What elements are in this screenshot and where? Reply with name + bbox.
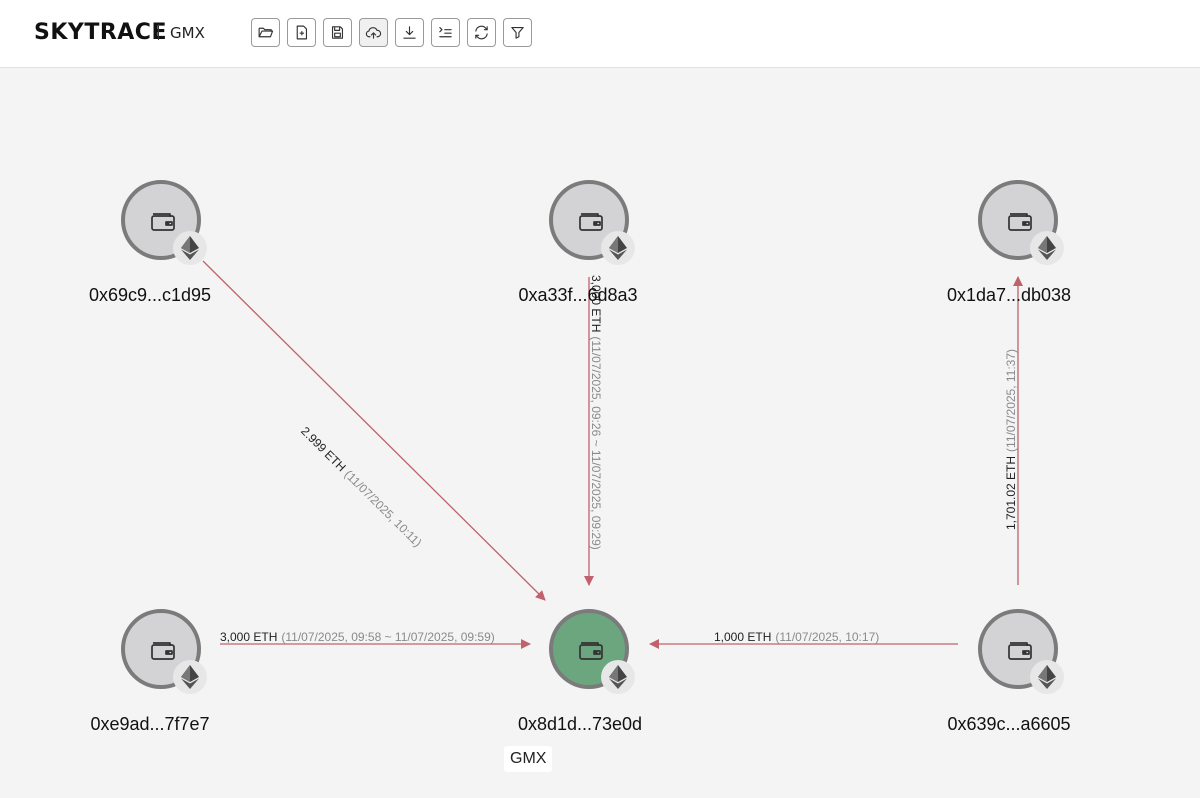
edge-time: (11/07/2025, 09:26 ~ 11/07/2025, 09:29) (589, 336, 603, 550)
refresh-button[interactable] (467, 18, 496, 47)
chain-badge (1030, 660, 1064, 694)
download-button[interactable] (395, 18, 424, 47)
node-address-n4[interactable]: 0xe9ad...7f7e7 (50, 714, 250, 735)
chain-badge (1030, 231, 1064, 265)
refresh-icon (475, 25, 488, 40)
wallet-icon (1008, 642, 1032, 660)
ethereum-icon (1038, 236, 1056, 260)
edge-label-e2[interactable]: 3,000 ETH(11/07/2025, 09:26 ~ 11/07/2025… (589, 275, 603, 550)
edge-time: (11/07/2025, 09:58 ~ 11/07/2025, 09:59) (281, 630, 495, 644)
download-icon (403, 26, 416, 39)
ethereum-icon (181, 236, 199, 260)
node-address-n3[interactable]: 0x1da7...db038 (909, 285, 1109, 306)
edge-label-e3[interactable]: 1,701.02 ETH (11/07/2025, 11:37) (1004, 349, 1018, 530)
wallet-icon (579, 213, 603, 231)
ethereum-icon (1038, 665, 1056, 689)
wallet-node-n4[interactable] (121, 609, 207, 694)
wallet-icon (1008, 213, 1032, 231)
edge-time: (11/07/2025, 10:17) (775, 630, 880, 644)
edge-e1[interactable] (202, 260, 546, 601)
list-indent-icon (439, 26, 452, 38)
open-folder-icon (258, 27, 274, 38)
ethereum-icon (609, 236, 627, 260)
filter-icon (511, 26, 524, 39)
wallet-node-n5-center[interactable] (549, 609, 635, 694)
wallet-node-n1[interactable] (121, 180, 207, 265)
ethereum-icon (181, 665, 199, 689)
node-address-n2[interactable]: 0xa33f...6d8a3 (478, 285, 678, 306)
wallet-icon (579, 642, 603, 660)
new-file-button[interactable] (287, 18, 316, 47)
wallet-icon (151, 213, 175, 231)
chain-badge (173, 660, 207, 694)
wallet-node-n2[interactable] (549, 180, 635, 265)
new-file-icon (296, 25, 308, 40)
brand-logo[interactable]: SKYTRACE (34, 20, 167, 45)
node-address-n1[interactable]: 0x69c9...c1d95 (50, 285, 250, 306)
chain-badge (601, 660, 635, 694)
edge-amount: 1,701.02 ETH (1004, 455, 1018, 530)
project-name: GMX (170, 24, 205, 42)
layout-button[interactable] (431, 18, 460, 47)
edge-time: (11/07/2025, 11:37) (1004, 348, 1018, 452)
wallet-node-n3[interactable] (978, 180, 1064, 265)
node-address-n6[interactable]: 0x639c...a6605 (909, 714, 1109, 735)
brand-divider (158, 24, 159, 40)
edge-label-e5[interactable]: 1,000 ETH (11/07/2025, 10:17) (714, 630, 879, 644)
graph-canvas[interactable]: 2.999 ETH(11/07/2025, 10:11) 3,000 ETH(1… (0, 69, 1200, 798)
save-button[interactable] (323, 18, 352, 47)
filter-button[interactable] (503, 18, 532, 47)
edge-label-e4[interactable]: 3,000 ETH (11/07/2025, 09:58 ~ 11/07/2025… (220, 630, 495, 644)
wallet-icon (151, 642, 175, 660)
cloud-upload-button[interactable] (359, 18, 388, 47)
node-tag-gmx: GMX (504, 746, 553, 772)
edge-amount: 3,000 ETH (220, 630, 278, 644)
ethereum-icon (609, 665, 627, 689)
top-bar: SKYTRACE GMX (0, 0, 1200, 68)
cloud-upload-icon (365, 27, 382, 39)
chain-badge (601, 231, 635, 265)
edge-amount: 1,000 ETH (714, 630, 772, 644)
save-icon (331, 26, 344, 39)
toolbar (251, 18, 532, 47)
open-button[interactable] (251, 18, 280, 47)
wallet-node-n6[interactable] (978, 609, 1064, 694)
node-address-n5[interactable]: 0x8d1d...73e0d (480, 714, 680, 735)
chain-badge (173, 231, 207, 265)
